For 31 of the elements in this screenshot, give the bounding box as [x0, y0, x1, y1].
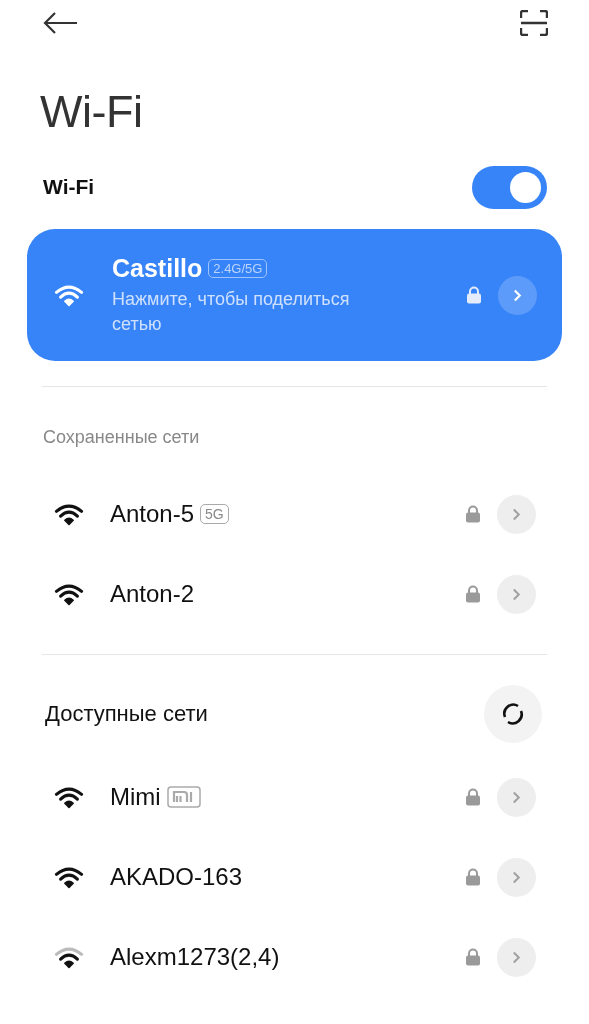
network-name[interactable]: Alexm1273(2,4)	[110, 943, 280, 971]
details-button[interactable]	[497, 857, 536, 897]
page-title: Wi-Fi	[40, 85, 144, 139]
back-arrow-icon[interactable]	[43, 11, 79, 35]
chevron-icon	[512, 950, 521, 964]
band-tag: 5G	[200, 504, 229, 524]
chevron-icon	[512, 587, 521, 601]
details-button[interactable]	[497, 574, 536, 614]
band-tag: 2.4G/5G	[208, 258, 268, 278]
network-name[interactable]: Anton-5	[110, 500, 195, 528]
connected-network-card[interactable]: Castillo 2.4G/5G Нажмите, чтобы поделиться сетью	[27, 229, 562, 361]
network-name[interactable]: Anton-2	[110, 580, 195, 608]
share-hint: Нажмите, чтобы поделиться сетью	[112, 287, 351, 336]
network-name: Castillo	[112, 253, 203, 283]
chevron-icon	[512, 790, 521, 804]
wifi-signal-icon	[54, 283, 84, 307]
chevron-icon	[512, 870, 521, 884]
wifi-switch[interactable]	[472, 165, 547, 209]
details-button[interactable]	[497, 937, 536, 977]
refresh-icon	[500, 701, 526, 727]
details-button[interactable]	[497, 494, 536, 534]
details-button[interactable]	[497, 777, 536, 817]
details-button[interactable]	[498, 275, 537, 315]
section-heading: Доступные сети	[45, 701, 208, 727]
wifi-label: Wi-Fi	[43, 175, 95, 199]
chevron-icon	[513, 288, 522, 302]
network-name[interactable]: AKADO-163	[110, 863, 243, 891]
network-name[interactable]: Mimi	[110, 783, 161, 811]
scan-icon[interactable]	[520, 10, 548, 36]
section-heading: Сохраненные сети	[43, 427, 201, 448]
chevron-icon	[512, 507, 521, 521]
